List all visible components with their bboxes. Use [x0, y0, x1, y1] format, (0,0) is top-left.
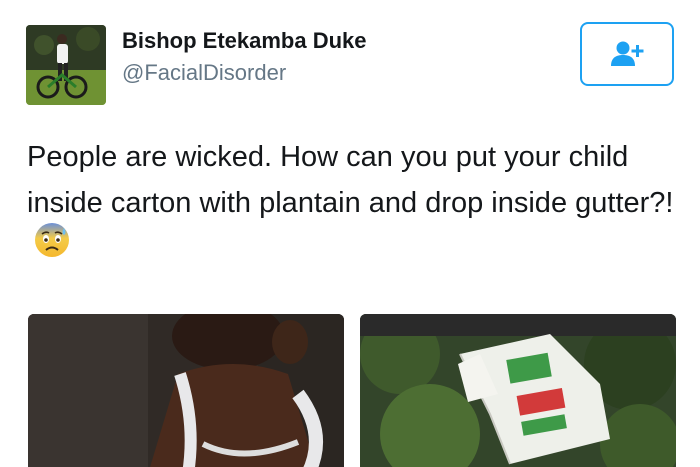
- avatar[interactable]: [26, 25, 106, 105]
- anxious-face-icon: [33, 221, 71, 273]
- tweet-text: People are wicked. How can you put your …: [27, 134, 677, 273]
- tweet-body: People are wicked. How can you put your …: [27, 141, 674, 219]
- media-photo-child[interactable]: [28, 314, 344, 467]
- user-handle[interactable]: @FacialDisorder: [122, 60, 286, 86]
- display-name[interactable]: Bishop Etekamba Duke: [122, 28, 367, 54]
- add-user-icon: [611, 41, 644, 66]
- follow-button[interactable]: [580, 22, 674, 86]
- media-photo-carton[interactable]: [360, 314, 676, 467]
